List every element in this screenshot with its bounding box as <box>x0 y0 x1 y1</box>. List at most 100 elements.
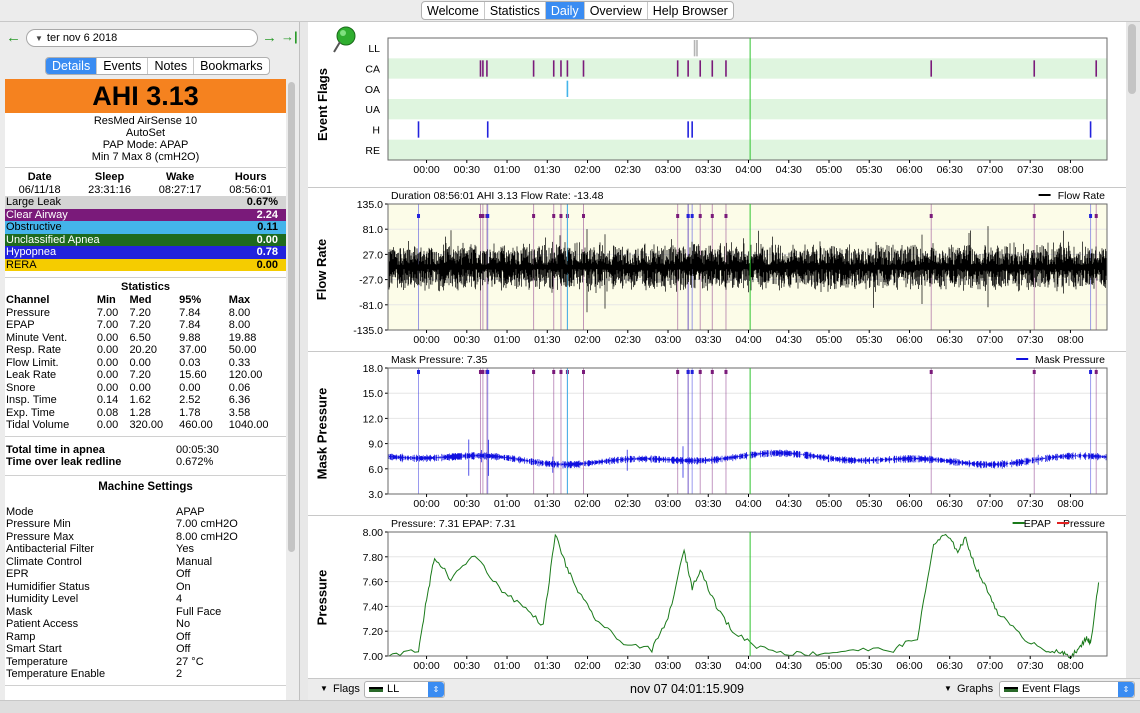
color-swatch-icon <box>369 686 383 692</box>
event-row-rera[interactable]: RERA 0.00 <box>5 258 286 271</box>
flag-row-band <box>388 58 1107 79</box>
pressure-graph[interactable]: Pressure Pressure: 7.31 EPAP: 7.31 Pressu… <box>308 516 1126 678</box>
arrow-left-icon[interactable]: ← <box>6 29 21 46</box>
machine-settings-table: Mode APAP Pressure Min 7.00 cmH2O Pressure M… <box>5 506 286 681</box>
x-tick-label: 00:30 <box>454 164 480 176</box>
setting-name: Antibacterial Filter <box>6 543 95 555</box>
pressure-range: Min 7 Max 8 (cmH2O) <box>91 151 200 163</box>
col-max: Max <box>228 294 251 306</box>
hypopnea-flag-marker <box>486 214 490 218</box>
flag-row-band <box>388 99 1107 120</box>
ca-event-mark <box>1033 60 1036 77</box>
setting-name: EPR <box>6 568 29 580</box>
tab-overview[interactable]: Overview <box>585 2 648 19</box>
statistics-cell: Leak Rate <box>6 369 57 381</box>
x-tick-label: 08:00 <box>1057 660 1083 672</box>
x-tick-label: 01:00 <box>494 334 520 346</box>
setting-name: Humidity Level <box>6 593 79 605</box>
statistics-cell: 0.00 <box>96 356 119 369</box>
ca-event-mark <box>725 60 727 77</box>
x-tick-label: 01:30 <box>534 660 560 672</box>
statistics-cell: 7.84 <box>179 319 201 331</box>
x-tick-label: 07:30 <box>1017 660 1043 672</box>
ca-flag-marker <box>1094 370 1098 374</box>
ca-event-mark <box>552 60 555 77</box>
setting-row: Temperature 27 °C <box>5 656 286 669</box>
x-tick-label: 08:00 <box>1057 164 1083 176</box>
tab-details[interactable]: Details <box>46 58 98 74</box>
date-picker[interactable]: ▼ ter nov 6 2018 <box>26 29 258 47</box>
statistics-cell: 0.00 <box>129 356 151 369</box>
graph-header: Pressure: 7.31 EPAP: 7.31 <box>391 518 516 530</box>
flow-y-tick-label: 27.0 <box>363 249 384 261</box>
x-tick-label: 01:00 <box>494 660 520 672</box>
left-panel: ← ▼ ter nov 6 2018 → →| Details Events No… <box>0 22 300 713</box>
statistics-cell: 1040.00 <box>228 419 269 431</box>
date-value: ter nov 6 2018 <box>46 32 118 44</box>
mask-pressure-series <box>388 439 1107 478</box>
statistics-cell: 1.62 <box>129 394 151 406</box>
event-flags-graph[interactable]: Event Flags LL CA OA UA H RE 00:00 00:30 01:00 01… <box>308 22 1126 188</box>
statistics-cell: 1.28 <box>129 406 151 419</box>
left-scrollbar[interactable] <box>288 82 295 552</box>
statistics-cell: 0.00 <box>96 381 119 394</box>
arrow-right-icon[interactable]: → <box>262 29 277 46</box>
x-tick-label: 06:30 <box>937 164 963 176</box>
statistics-cell: 0.03 <box>179 356 201 369</box>
statistics-cell: 7.20 <box>129 369 151 381</box>
statistics-cell: Tidal Volume <box>6 419 70 431</box>
hypopnea-flag-marker <box>417 214 421 218</box>
statistics-cell: 0.14 <box>96 394 119 406</box>
x-tick-label: 01:00 <box>494 498 520 510</box>
jump-to-last-icon[interactable]: →| <box>281 29 298 44</box>
flags-toggle-icon[interactable]: ▼ <box>320 679 328 699</box>
status-bar <box>0 700 1140 713</box>
event-row-hypopnea[interactable]: Hypopnea 0.78 <box>5 246 286 259</box>
setting-row: EPR Off <box>5 568 286 581</box>
setting-value: 4 <box>176 593 183 605</box>
flow-rate-plot: Duration 08:56:01 AHI 3.13 Flow Rate: -1… <box>353 190 1108 346</box>
tab-help-browser[interactable]: Help Browser <box>648 2 733 19</box>
statistics-cell: 50.00 <box>228 344 257 356</box>
dropdown-triangle-icon: ▼ <box>35 34 43 43</box>
flow-rate-graph[interactable]: Flow Rate Duration 08:56:01 AHI 3.13 Flo… <box>308 188 1126 352</box>
setting-value: Yes <box>176 543 194 555</box>
graphs-toggle-icon[interactable]: ▼ <box>944 679 952 699</box>
tab-notes[interactable]: Notes <box>148 58 195 74</box>
pressure-plot: Pressure: 7.31 EPAP: 7.31 Pressure EPAP 8.0… <box>363 518 1108 672</box>
statistics-cell: 460.00 <box>179 419 213 431</box>
ca-flag-marker <box>559 214 563 218</box>
oscar-daily-window: Welcome Statistics Daily Overview Help B… <box>0 0 1140 713</box>
x-tick-label: 03:00 <box>655 164 681 176</box>
tab-welcome[interactable]: Welcome <box>422 2 485 19</box>
statistics-cell: Pressure <box>6 306 51 319</box>
event-row-clear-airway[interactable]: Clear Airway 2.24 <box>5 208 286 221</box>
statistics-row: Exp. Time 0.08 1.28 1.78 3.58 <box>5 407 286 420</box>
ca-flag-marker <box>929 370 933 374</box>
x-tick-label: 05:30 <box>856 660 882 672</box>
tab-statistics[interactable]: Statistics <box>485 2 546 19</box>
graphs-scrollbar[interactable] <box>1128 24 1136 94</box>
tab-bookmarks[interactable]: Bookmarks <box>194 58 269 74</box>
event-row-large-leak[interactable]: Large Leak 0.67% <box>5 196 286 209</box>
statistics-cell: 7.00 <box>96 319 119 331</box>
statistics-cell: 320.00 <box>129 419 164 431</box>
statistics-cell: 7.20 <box>129 306 151 319</box>
graphs-select[interactable]: Event Flags ⇕ <box>999 681 1135 698</box>
event-row-unclassified-apnea[interactable]: Unclassified Apnea 0.00 <box>5 233 286 246</box>
tab-daily[interactable]: Daily <box>545 2 585 19</box>
tab-events[interactable]: Events <box>97 58 149 74</box>
h-event-mark <box>417 121 420 138</box>
x-tick-label: 00:00 <box>413 334 439 346</box>
statistics-cell: 2.52 <box>179 394 201 406</box>
col-95: 95% <box>179 294 202 306</box>
x-tick-label: 06:30 <box>937 660 963 672</box>
ll-event-mark <box>696 40 698 57</box>
mask-pressure-graph[interactable]: Mask Pressure Mask Pressure: 7.35 Mask Pr… <box>308 352 1126 516</box>
setting-value: 27 °C <box>176 655 204 668</box>
setting-row: Mode APAP <box>5 506 286 519</box>
flags-select[interactable]: LL ⇕ <box>364 681 445 698</box>
x-tick-label: 03:00 <box>655 498 681 510</box>
statistics-cell: 7.20 <box>129 319 151 331</box>
event-row-obstructive[interactable]: Obstructive 0.11 <box>5 221 286 234</box>
